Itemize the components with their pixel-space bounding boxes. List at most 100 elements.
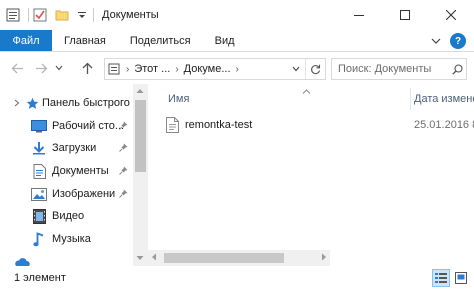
recent-locations-button[interactable]: [52, 57, 66, 79]
scroll-down-icon[interactable]: [136, 254, 144, 263]
window-title: Документы: [102, 9, 159, 21]
video-icon: [31, 208, 47, 224]
ribbon-right-controls: ?: [426, 30, 474, 52]
details-view-icon: [435, 273, 447, 283]
close-button[interactable]: [428, 0, 474, 30]
expand-ribbon-button[interactable]: [426, 30, 446, 52]
column-divider[interactable]: [410, 88, 411, 110]
star-icon: [12, 95, 22, 111]
pictures-icon: [31, 186, 47, 202]
nav-item-desktop[interactable]: Рабочий сто...: [31, 115, 133, 137]
nav-label-music: Музыка: [52, 233, 91, 245]
column-header-date[interactable]: Дата измене: [414, 88, 474, 110]
folder-location-icon: [105, 59, 123, 79]
nav-item-downloads[interactable]: Загрузки: [31, 137, 133, 159]
new-folder-icon[interactable]: [55, 8, 69, 22]
content-horizontal-scrollbar[interactable]: [148, 250, 330, 266]
breadcrumb-documents[interactable]: Докуме...: [182, 63, 233, 75]
documents-icon: [31, 163, 47, 179]
nav-item-video[interactable]: Видео: [31, 205, 84, 227]
back-button[interactable]: [6, 57, 28, 79]
chevron-right-icon: [14, 99, 20, 107]
file-explorer-icon: [6, 8, 20, 22]
nav-label-desktop: Рабочий сто...: [52, 120, 125, 132]
scroll-up-icon[interactable]: [136, 87, 144, 96]
pin-icon[interactable]: [119, 189, 128, 200]
item-count: 1 элемент: [14, 272, 66, 284]
breadcrumb-separator[interactable]: ›: [233, 64, 242, 75]
nav-item-pictures[interactable]: Изображени: [31, 183, 133, 205]
text-document-icon: [166, 117, 179, 133]
column-header-name[interactable]: Имя: [168, 88, 408, 110]
search-icon[interactable]: [448, 59, 466, 79]
details-view-button[interactable]: [432, 269, 450, 287]
forward-button[interactable]: [30, 57, 52, 79]
address-bar[interactable]: › Этот ... › Докуме... ›: [104, 58, 326, 80]
arrow-left-icon: [11, 63, 23, 73]
nav-label-quick-access: Панель быстрого: [42, 97, 130, 109]
scrollbar-thumb[interactable]: [135, 100, 146, 172]
nav-label-pictures: Изображени: [52, 188, 116, 200]
scroll-left-icon[interactable]: [151, 253, 157, 263]
window-controls: [336, 0, 474, 30]
scroll-right-icon[interactable]: [321, 253, 327, 263]
chevron-down-icon: [292, 66, 300, 72]
title-bar: Документы: [0, 0, 474, 30]
sort-caret-icon: [302, 87, 311, 96]
pin-icon[interactable]: [119, 143, 128, 154]
nav-item-quick-access[interactable]: Панель быстрого: [12, 92, 130, 114]
download-icon: [31, 140, 47, 156]
large-icons-view-button[interactable]: [452, 269, 470, 287]
nav-label-downloads: Загрузки: [52, 142, 97, 154]
navigation-bar: › Этот ... › Докуме... › Поиск: Документ…: [0, 52, 474, 84]
maximize-button[interactable]: [382, 0, 428, 30]
scrollbar-thumb[interactable]: [164, 253, 284, 263]
properties-icon[interactable]: [33, 8, 47, 22]
pin-icon[interactable]: [119, 121, 128, 132]
quick-access-toolbar: [0, 0, 98, 30]
navpane-vertical-scrollbar[interactable]: [133, 84, 148, 266]
pin-icon[interactable]: [119, 166, 128, 177]
nav-label-documents: Документы: [52, 165, 109, 177]
search-box[interactable]: Поиск: Документы: [331, 58, 467, 80]
chevron-down-icon: [431, 38, 441, 44]
address-dropdown-button[interactable]: [289, 59, 303, 79]
breadcrumb-this-pc[interactable]: Этот ...: [132, 63, 172, 75]
nav-item-music[interactable]: Музыка: [31, 228, 91, 250]
breadcrumb-separator[interactable]: ›: [172, 64, 181, 75]
help-button[interactable]: ?: [450, 33, 466, 49]
arrow-right-icon: [35, 63, 47, 73]
status-bar: 1 элемент: [0, 266, 474, 290]
view-switcher: [430, 269, 470, 287]
refresh-icon: [311, 64, 321, 74]
navigation-pane: Панель быстрого Рабочий сто... Загрузки …: [0, 84, 148, 266]
minimize-button[interactable]: [336, 0, 382, 30]
table-row[interactable]: remontka-test 25.01.2016 8: [166, 114, 474, 136]
desktop-icon: [31, 118, 47, 134]
qat-separator: [28, 8, 29, 22]
file-date: 25.01.2016 8: [414, 119, 474, 131]
nav-item-onedrive-partial[interactable]: [14, 252, 35, 266]
column-label-date: Дата измене: [414, 93, 474, 105]
column-label-name: Имя: [168, 93, 190, 105]
tab-file[interactable]: Файл: [0, 30, 52, 51]
cloud-icon: [14, 255, 30, 266]
file-list: Имя Дата измене remontka-test 25.01.2016…: [148, 84, 474, 250]
arrow-up-icon: [82, 62, 92, 74]
tab-share[interactable]: Поделиться: [118, 30, 203, 51]
chevron-down-icon: [55, 65, 63, 71]
refresh-button[interactable]: [305, 59, 325, 79]
nav-item-documents[interactable]: Документы: [31, 160, 133, 182]
up-button[interactable]: [76, 57, 98, 79]
music-icon: [31, 231, 47, 247]
search-input[interactable]: Поиск: Документы: [332, 63, 448, 75]
star-icon: [25, 95, 39, 111]
tab-home[interactable]: Главная: [52, 30, 118, 51]
qat-dropdown-icon[interactable]: [77, 8, 87, 22]
tab-view[interactable]: Вид: [203, 30, 247, 51]
large-icons-view-icon: [455, 272, 467, 284]
breadcrumb-separator[interactable]: ›: [123, 64, 132, 75]
ribbon-tabs: Файл Главная Поделиться Вид ?: [0, 30, 474, 52]
title-separator: [93, 8, 94, 22]
nav-label-video: Видео: [52, 210, 85, 222]
